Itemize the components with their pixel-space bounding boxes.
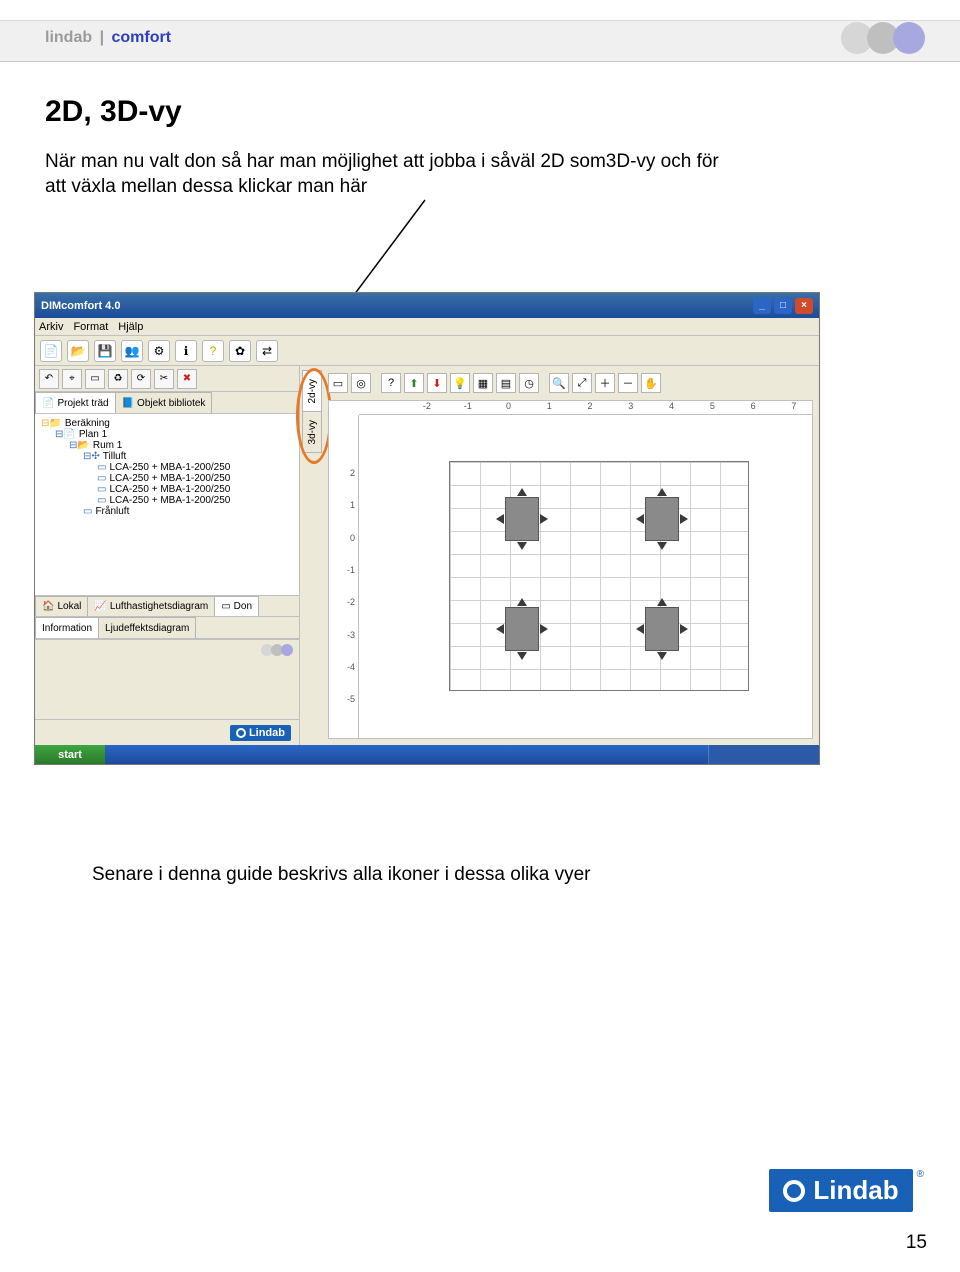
menu-format[interactable]: Format bbox=[73, 321, 108, 333]
menu-arkiv[interactable]: Arkiv bbox=[39, 321, 63, 333]
brand-separator: | bbox=[97, 29, 107, 46]
hand-icon[interactable]: ✋ bbox=[641, 373, 661, 393]
square-icon[interactable]: ▭ bbox=[328, 373, 348, 393]
bulb-icon[interactable]: 💡 bbox=[450, 373, 470, 393]
tab-2d-vy[interactable]: 2d-vy bbox=[302, 370, 322, 412]
delete-icon[interactable]: ✖ bbox=[177, 369, 197, 389]
ruler-vertical: 2 1 0 -1 -2 -3 -4 -5 bbox=[329, 415, 359, 738]
section-title: 2D, 3D-vy bbox=[45, 95, 182, 129]
menu-hjalp[interactable]: Hjälp bbox=[118, 321, 143, 333]
canvas-toolbar: ▭ ◎ ? ⬆ ⬇ 💡 ▦ ▤ ◷ 🔍 ⤢ ＋ － ✋ bbox=[328, 370, 661, 396]
tab-lokal[interactable]: 🏠Lokal bbox=[35, 596, 88, 616]
recycle-icon[interactable]: ♻ bbox=[108, 369, 128, 389]
lower-tabs-row2: Information Ljudeffektsdiagram bbox=[35, 617, 299, 639]
brand-text: lindab | comfort bbox=[45, 29, 171, 47]
tab-projekt-trad[interactable]: 📄Projekt träd bbox=[35, 392, 116, 413]
lindab-logo-large: Lindab ® bbox=[769, 1169, 924, 1212]
window-titlebar: DIMcomfort 4.0 _ □ × bbox=[35, 293, 819, 318]
brand-blue: comfort bbox=[112, 29, 172, 46]
diffuser-icon[interactable] bbox=[505, 497, 539, 541]
view-tabs: 2d-vy 3d-vy bbox=[302, 370, 322, 452]
canvas-panel: 2d-vy 3d-vy ▭ ◎ ? ⬆ ⬇ 💡 ▦ ▤ ◷ 🔍 ⤢ ＋ － ✋ bbox=[300, 366, 819, 745]
window-minimize-button[interactable]: _ bbox=[753, 298, 771, 314]
zoom-in-icon[interactable]: ＋ bbox=[595, 373, 615, 393]
arrows-down-icon[interactable]: ⬇ bbox=[427, 373, 447, 393]
window-title: DIMcomfort 4.0 bbox=[41, 300, 120, 312]
swap-icon[interactable]: ⇄ bbox=[256, 340, 278, 362]
system-tray bbox=[709, 745, 819, 764]
panel-footer-logo: Lindab bbox=[35, 719, 299, 745]
window-close-button[interactable]: × bbox=[795, 298, 813, 314]
ruler-horizontal: -2 -1 0 1 2 3 4 5 6 7 bbox=[359, 401, 812, 415]
page-header: lindab | comfort bbox=[0, 20, 960, 62]
info-icon[interactable]: ℹ bbox=[175, 340, 197, 362]
arrows-up-icon[interactable]: ⬆ bbox=[404, 373, 424, 393]
left-panel: ↶ ⌖ ▭ ♻ ⟳ ✂ ✖ 📄Projekt träd 📘Objekt bibl… bbox=[35, 366, 300, 745]
canvas-area[interactable]: -2 -1 0 1 2 3 4 5 6 7 2 1 0 -1 -2 bbox=[328, 400, 813, 739]
zoom-area-icon[interactable]: 🔍 bbox=[549, 373, 569, 393]
lower-tabs-row1: 🏠Lokal 📈Lufthastighetsdiagram ▭Don bbox=[35, 595, 299, 617]
section-paragraph-2: Senare i denna guide beskrivs alla ikone… bbox=[92, 864, 591, 886]
brand-grey: lindab bbox=[45, 29, 92, 46]
refresh-icon[interactable]: ⟳ bbox=[131, 369, 151, 389]
floor-plan bbox=[449, 461, 749, 691]
diffuser-icon[interactable] bbox=[645, 497, 679, 541]
section-paragraph: När man nu valt don så har man möjlighet… bbox=[45, 150, 745, 199]
tab-don[interactable]: ▭Don bbox=[214, 596, 259, 616]
zoom-out-icon[interactable]: － bbox=[618, 373, 638, 393]
users-icon[interactable]: 👥 bbox=[121, 340, 143, 362]
menubar: Arkiv Format Hjälp bbox=[35, 318, 819, 336]
diffuser-icon[interactable] bbox=[645, 607, 679, 651]
start-button[interactable]: start bbox=[35, 745, 105, 764]
window-maximize-button[interactable]: □ bbox=[774, 298, 792, 314]
zoom-fit-icon[interactable]: ⤢ bbox=[572, 373, 592, 393]
windows-taskbar: start bbox=[35, 745, 819, 764]
help-icon[interactable]: ? bbox=[202, 340, 224, 362]
tab-information[interactable]: Information bbox=[35, 617, 99, 638]
page-number: 15 bbox=[906, 1232, 927, 1254]
left-mini-toolbar: ↶ ⌖ ▭ ♻ ⟳ ✂ ✖ bbox=[35, 366, 299, 392]
open-icon[interactable]: 📂 bbox=[67, 340, 89, 362]
main-toolbar: 📄 📂 💾 👥 ⚙ ℹ ? ✿ ⇄ bbox=[35, 336, 819, 366]
header-circles-icon bbox=[841, 22, 925, 54]
app-screenshot: DIMcomfort 4.0 _ □ × Arkiv Format Hjälp … bbox=[34, 292, 820, 765]
stamp-icon[interactable]: ✿ bbox=[229, 340, 251, 362]
gear-icon[interactable]: ⚙ bbox=[148, 340, 170, 362]
clock-icon[interactable]: ◷ bbox=[519, 373, 539, 393]
undo-icon[interactable]: ↶ bbox=[39, 369, 59, 389]
info-panel bbox=[35, 639, 299, 719]
square-icon[interactable]: ▭ bbox=[85, 369, 105, 389]
tab-lufthastighet[interactable]: 📈Lufthastighetsdiagram bbox=[87, 596, 215, 616]
grid2-icon[interactable]: ▤ bbox=[496, 373, 516, 393]
left-tabs: 📄Projekt träd 📘Objekt bibliotek bbox=[35, 392, 299, 414]
grid-icon[interactable]: ▦ bbox=[473, 373, 493, 393]
tab-3d-vy[interactable]: 3d-vy bbox=[302, 411, 322, 453]
save-icon[interactable]: 💾 bbox=[94, 340, 116, 362]
tab-ljudeffekt[interactable]: Ljudeffektsdiagram bbox=[98, 617, 196, 638]
lindab-logo-small: Lindab bbox=[230, 725, 291, 741]
tab-objekt-bibliotek[interactable]: 📘Objekt bibliotek bbox=[115, 392, 213, 413]
project-tree[interactable]: ⊟📁Beräkning ⊟📄Plan 1 ⊟📂Rum 1 ⊟✣Tilluft ▭… bbox=[35, 414, 299, 595]
diffuser-icon[interactable] bbox=[505, 607, 539, 651]
target-icon[interactable]: ◎ bbox=[351, 373, 371, 393]
question-icon[interactable]: ? bbox=[381, 373, 401, 393]
file-icon[interactable]: 📄 bbox=[40, 340, 62, 362]
ref-icon[interactable]: ⌖ bbox=[62, 369, 82, 389]
cut-icon[interactable]: ✂ bbox=[154, 369, 174, 389]
info-circles-icon bbox=[263, 644, 293, 656]
